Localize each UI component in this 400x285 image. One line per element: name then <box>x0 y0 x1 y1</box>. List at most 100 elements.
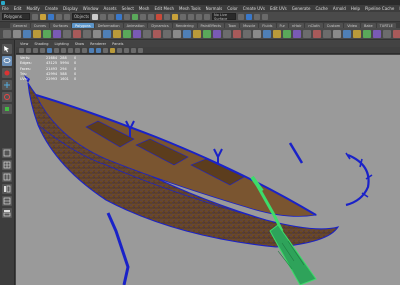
move-tool-icon[interactable] <box>2 80 12 90</box>
snap-point-icon[interactable] <box>196 13 202 20</box>
undo-icon[interactable] <box>56 13 62 20</box>
panel-menu-renderer[interactable]: Renderer <box>90 42 106 46</box>
shelf-tool-icon[interactable] <box>333 29 341 38</box>
menu-item-mesh-tools[interactable]: Mesh Tools <box>179 6 201 11</box>
shelf-tool-icon[interactable] <box>283 29 291 38</box>
shelf-tool-icon[interactable] <box>193 29 201 38</box>
shelf-tool-icon[interactable] <box>3 29 11 38</box>
shelf-tool-icon[interactable] <box>83 29 91 38</box>
smooth-shade-icon[interactable] <box>96 47 101 53</box>
menu-item-edit-uvs[interactable]: Edit UVs <box>270 6 287 11</box>
panel-menu-view[interactable]: View <box>20 42 28 46</box>
layout-single-icon[interactable] <box>2 148 12 158</box>
menu-item-normals[interactable]: Normals <box>206 6 223 11</box>
shelf-tool-icon[interactable] <box>373 29 381 38</box>
film-gate-icon[interactable] <box>54 47 59 53</box>
menu-item-pipeline-cache[interactable]: Pipeline Cache <box>365 6 394 11</box>
use-all-lights-icon[interactable] <box>117 47 122 53</box>
shelf-tool-icon[interactable] <box>53 29 61 38</box>
wireframe-icon[interactable] <box>89 47 94 53</box>
menu-item-generate[interactable]: Generate <box>292 6 311 11</box>
shelf-tool-icon[interactable] <box>313 29 321 38</box>
select-by-hierarchy-icon[interactable] <box>92 13 98 20</box>
shelf-tool-icon[interactable] <box>63 29 71 38</box>
menu-item-edit[interactable]: Edit <box>14 6 22 11</box>
shelf-tool-icon[interactable] <box>363 29 371 38</box>
shelf-tool-icon[interactable] <box>33 29 41 38</box>
xray-icon[interactable] <box>131 47 136 53</box>
panel-menu-show[interactable]: Show <box>75 42 84 46</box>
shelf-tool-icon[interactable] <box>123 29 131 38</box>
menu-item-create-uvs[interactable]: Create UVs <box>243 6 265 11</box>
panel-menu-shading[interactable]: Shading <box>34 42 48 46</box>
menu-item-mesh[interactable]: Mesh <box>139 6 150 11</box>
shelf-tool-icon[interactable] <box>203 29 211 38</box>
shelf-tool-icon[interactable] <box>23 29 31 38</box>
menu-item-help[interactable]: Help <box>351 6 360 11</box>
live-surface-field[interactable]: No Live Surface <box>212 13 236 21</box>
select-render-icon[interactable] <box>164 13 170 20</box>
menu-item-color[interactable]: Color <box>227 6 237 11</box>
boat-model[interactable] <box>16 55 400 285</box>
grid-icon[interactable] <box>47 47 52 53</box>
image-plane-icon[interactable] <box>40 47 45 53</box>
snap-curve-icon[interactable] <box>188 13 194 20</box>
shelf-tool-icon[interactable] <box>353 29 361 38</box>
layout-hypershade-icon[interactable] <box>2 208 12 218</box>
select-by-object-icon[interactable] <box>100 13 106 20</box>
shelf-tool-icon[interactable] <box>263 29 271 38</box>
select-deform-icon[interactable] <box>148 13 154 20</box>
paint-select-icon[interactable] <box>2 68 12 78</box>
shelf-tool-icon[interactable] <box>103 29 111 38</box>
ipr-render-icon[interactable] <box>254 13 260 20</box>
shelf-tool-icon[interactable] <box>183 29 191 38</box>
new-scene-icon[interactable] <box>32 13 38 20</box>
shelf-tool-icon[interactable] <box>293 29 301 38</box>
scale-tool-icon[interactable] <box>2 104 12 114</box>
shelf-tool-icon[interactable] <box>213 29 221 38</box>
shelf-tool-icon[interactable] <box>383 29 391 38</box>
select-joint-icon[interactable] <box>124 13 130 20</box>
lasso-tool-icon[interactable] <box>2 56 12 66</box>
select-handle-icon[interactable] <box>116 13 122 20</box>
shelf-tool-icon[interactable] <box>393 29 400 38</box>
shelf-tool-icon[interactable] <box>113 29 121 38</box>
shelf-tool-icon[interactable] <box>153 29 161 38</box>
shelf-tool-icon[interactable] <box>143 29 151 38</box>
menu-item-cache[interactable]: Cache <box>315 6 327 11</box>
shelf-tool-icon[interactable] <box>43 29 51 38</box>
save-scene-icon[interactable] <box>48 13 54 20</box>
camera-icon[interactable] <box>19 47 24 53</box>
menu-item-arnold[interactable]: Arnold <box>333 6 346 11</box>
wireframe-on-shaded-icon[interactable] <box>103 47 108 53</box>
menu-item-assets[interactable]: Assets <box>104 6 117 11</box>
shelf-tool-icon[interactable] <box>243 29 251 38</box>
render-frame-icon[interactable] <box>246 13 252 20</box>
isolate-select-icon[interactable] <box>138 47 143 53</box>
snap-grid-icon[interactable] <box>180 13 186 20</box>
menu-item-display[interactable]: Display <box>63 6 78 11</box>
selection-mode-field[interactable]: Objects <box>72 13 90 20</box>
lock-selection-icon[interactable] <box>172 13 178 20</box>
safe-action-icon[interactable] <box>82 47 87 53</box>
layout-outliner-icon[interactable] <box>2 184 12 194</box>
layout-persp-icon[interactable] <box>2 172 12 182</box>
select-dynamic-icon[interactable] <box>156 13 162 20</box>
shelf-tool-icon[interactable] <box>253 29 261 38</box>
viewport-persp[interactable]: Verts: 21684 288 0 Edges: 43125 5994 0 Faces: 214… <box>16 55 400 285</box>
layout-four-icon[interactable] <box>2 160 12 170</box>
shelf-tool-icon[interactable] <box>173 29 181 38</box>
menu-item-select[interactable]: Select <box>122 6 134 11</box>
open-scene-icon[interactable] <box>40 13 46 20</box>
menu-item-window[interactable]: Window <box>83 6 99 11</box>
shelf-tool-icon[interactable] <box>323 29 331 38</box>
shelf-tool-icon[interactable] <box>13 29 21 38</box>
shelf-tool-icon[interactable] <box>133 29 141 38</box>
shadows-icon[interactable] <box>124 47 129 53</box>
panel-menu-panels[interactable]: Panels <box>112 42 123 46</box>
redo-icon[interactable] <box>64 13 70 20</box>
shelf-tool-icon[interactable] <box>343 29 351 38</box>
select-curve-icon[interactable] <box>132 13 138 20</box>
menu-item-create[interactable]: Create <box>45 6 58 11</box>
shelf-tool-icon[interactable] <box>73 29 81 38</box>
